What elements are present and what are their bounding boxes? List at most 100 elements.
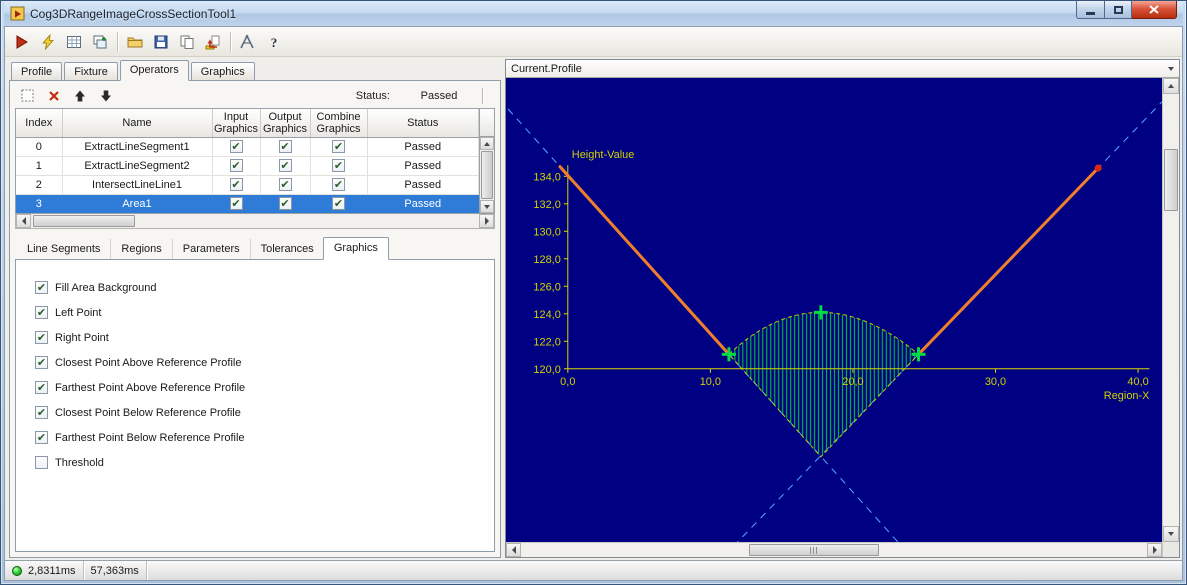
close-button[interactable]: [1132, 1, 1177, 19]
combine-graphics-checkbox[interactable]: [332, 178, 345, 191]
svg-text:?: ?: [271, 35, 278, 50]
operator-row[interactable]: 1ExtractLineSegment2Passed: [16, 156, 479, 175]
reset-tool-button[interactable]: [200, 30, 226, 54]
minimize-icon: [1086, 12, 1095, 15]
operator-row[interactable]: 3Area1Passed: [16, 194, 479, 213]
scroll-up-button[interactable]: [480, 137, 494, 150]
farthest-point-below-reference-profile-checkbox[interactable]: [35, 431, 48, 444]
closest-point-above-reference-profile-checkbox[interactable]: [35, 356, 48, 369]
move-up-button[interactable]: [69, 86, 91, 106]
caliper-icon: [239, 34, 257, 50]
scrollbar-thumb[interactable]: [33, 215, 135, 227]
right-point-checkbox[interactable]: [35, 331, 48, 344]
left-point-checkbox[interactable]: [35, 306, 48, 319]
maximize-button[interactable]: [1105, 1, 1132, 19]
cell-combine-graphics: [310, 175, 367, 194]
operator-row[interactable]: 0ExtractLineSegment1Passed: [16, 137, 479, 156]
run-button[interactable]: [9, 30, 35, 54]
minimize-button[interactable]: [1076, 1, 1105, 19]
output-graphics-checkbox[interactable]: [279, 140, 292, 153]
up-arrow-icon: [484, 142, 490, 146]
scrollbar-thumb[interactable]: [481, 151, 493, 199]
fill-area-background-checkbox[interactable]: [35, 281, 48, 294]
arrow-down-icon: [99, 89, 113, 103]
scrollbar-track[interactable]: [31, 214, 479, 228]
tab-graphics[interactable]: Graphics: [191, 62, 255, 80]
cell-output-graphics: [260, 175, 310, 194]
window-title: Cog3DRangeImageCrossSectionTool1: [30, 7, 236, 21]
new-window-button[interactable]: [87, 30, 113, 54]
help-button[interactable]: ?: [261, 30, 287, 54]
subtab-graphics[interactable]: Graphics: [323, 237, 389, 260]
add-operator-button[interactable]: [17, 86, 39, 106]
scroll-up-button[interactable]: [1163, 78, 1179, 94]
reset-icon: [205, 34, 221, 50]
option-label: Farthest Point Above Reference Profile: [55, 382, 245, 394]
input-graphics-checkbox[interactable]: [230, 159, 243, 172]
cell-name: ExtractLineSegment2: [62, 156, 212, 175]
subtab-tolerances[interactable]: Tolerances: [250, 239, 324, 259]
copy-results-button[interactable]: [174, 30, 200, 54]
table-vertical-scrollbar[interactable]: [479, 109, 494, 213]
title-bar[interactable]: Cog3DRangeImageCrossSectionTool1: [4, 1, 1183, 26]
output-graphics-checkbox[interactable]: [279, 178, 292, 191]
tab-fixture[interactable]: Fixture: [64, 62, 118, 80]
closest-point-below-reference-profile-checkbox[interactable]: [35, 406, 48, 419]
option-label: Closest Point Above Reference Profile: [55, 357, 242, 369]
table-horizontal-scrollbar[interactable]: [15, 214, 495, 229]
option-label: Farthest Point Below Reference Profile: [55, 432, 245, 444]
plot-vertical-scrollbar[interactable]: [1162, 78, 1179, 542]
scrollbar-track[interactable]: [1163, 94, 1179, 526]
down-arrow-icon: [484, 205, 490, 209]
option-label: Fill Area Background: [55, 282, 157, 294]
scroll-down-button[interactable]: [1163, 526, 1179, 542]
move-down-button[interactable]: [95, 86, 117, 106]
tab-profile[interactable]: Profile: [11, 62, 62, 80]
output-graphics-checkbox[interactable]: [279, 159, 292, 172]
subtab-parameters[interactable]: Parameters: [172, 239, 250, 259]
combine-graphics-checkbox[interactable]: [332, 197, 345, 210]
scroll-left-button[interactable]: [16, 214, 31, 228]
input-graphics-checkbox[interactable]: [230, 140, 243, 153]
right-arrow-icon: [1153, 546, 1157, 554]
cell-input-graphics: [212, 137, 260, 156]
threshold-checkbox[interactable]: [35, 456, 48, 469]
scroll-down-button[interactable]: [480, 200, 494, 213]
subtab-regions[interactable]: Regions: [110, 239, 171, 259]
subtab-line-segments[interactable]: Line Segments: [17, 239, 110, 259]
scrollbar-thumb[interactable]: [1164, 149, 1178, 211]
scrollbar-thumb[interactable]: [749, 544, 879, 556]
save-file-button[interactable]: [148, 30, 174, 54]
output-graphics-checkbox[interactable]: [279, 197, 292, 210]
scroll-left-button[interactable]: [506, 543, 521, 557]
operator-row[interactable]: 2IntersectLineLine1Passed: [16, 175, 479, 194]
option-label: Right Point: [55, 332, 109, 344]
cell-index: 0: [16, 137, 62, 156]
profile-source-dropdown[interactable]: Current.Profile: [506, 60, 1179, 78]
input-graphics-checkbox[interactable]: [230, 178, 243, 191]
plot-horizontal-scrollbar[interactable]: [506, 542, 1162, 557]
save-icon: [153, 34, 169, 50]
profile-plot[interactable]: 0,010,020,030,040,0134,0132,0130,0128,01…: [506, 78, 1162, 542]
scroll-right-button[interactable]: [1147, 543, 1162, 557]
scrollbar-track[interactable]: [480, 150, 494, 200]
combine-graphics-checkbox[interactable]: [332, 140, 345, 153]
down-arrow-icon: [1168, 532, 1174, 536]
operator-subtabs: Line SegmentsRegionsParametersTolerances…: [15, 236, 495, 259]
profile-display-panel: Current.Profile 0,010,020,030,040,0134,0…: [505, 59, 1180, 558]
cell-input-graphics: [212, 194, 260, 213]
delete-operator-button[interactable]: [43, 86, 65, 106]
x-tick-label: 20,0: [842, 376, 863, 388]
open-file-button[interactable]: [122, 30, 148, 54]
caliper-button[interactable]: [235, 30, 261, 54]
farthest-point-above-reference-profile-checkbox[interactable]: [35, 381, 48, 394]
show-grid-button[interactable]: [61, 30, 87, 54]
tab-operators[interactable]: Operators: [120, 60, 189, 81]
main-toolbar: ?: [5, 27, 1182, 57]
scroll-right-button[interactable]: [479, 214, 494, 228]
combine-graphics-checkbox[interactable]: [332, 159, 345, 172]
run-continuous-button[interactable]: [35, 30, 61, 54]
maximize-icon: [1114, 6, 1123, 14]
input-graphics-checkbox[interactable]: [230, 197, 243, 210]
scrollbar-track[interactable]: [521, 543, 1147, 557]
